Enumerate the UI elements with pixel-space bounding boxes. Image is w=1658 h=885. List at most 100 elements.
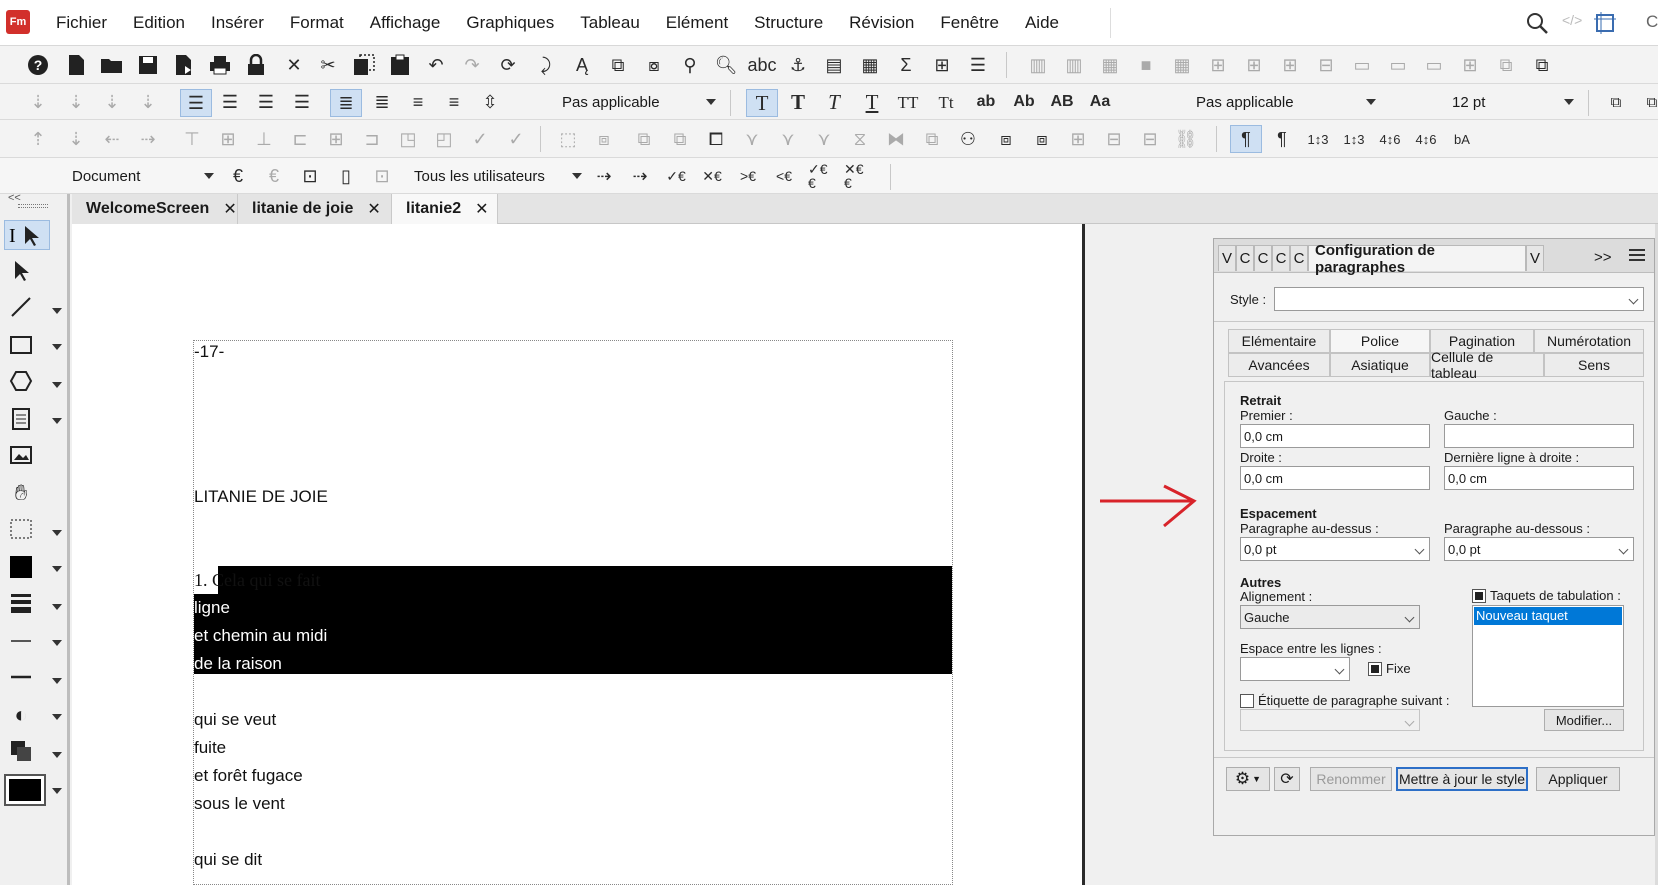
table-add-icon[interactable]: ⊞ <box>1206 53 1230 77</box>
numbered-list-icon[interactable]: ☰ <box>966 53 990 77</box>
menu-tableau[interactable]: Tableau <box>580 13 640 33</box>
stanza2-line2[interactable]: fuite <box>194 738 226 758</box>
subtab-asiatique[interactable]: Asiatique <box>1330 353 1430 377</box>
reject-all2-icon[interactable]: ✕€€ <box>844 162 868 190</box>
fit-frame-icon[interactable]: ⧈ <box>994 127 1018 151</box>
table-grid-icon[interactable]: ▦ <box>1170 53 1194 77</box>
chevron-down-icon[interactable] <box>52 344 62 350</box>
align-left-icon[interactable]: ☰ <box>180 89 212 117</box>
stanza3-line1[interactable]: qui se dit <box>194 850 262 870</box>
font-icon[interactable]: Ą <box>570 53 594 77</box>
accept-all-icon[interactable]: >€ <box>736 164 760 188</box>
lowercase-button[interactable]: ab <box>974 90 998 114</box>
panel-tab-c1[interactable]: C <box>1236 245 1254 271</box>
alignement-select[interactable]: Gauche <box>1240 605 1420 629</box>
insert-equation-icon[interactable]: ⊞ <box>930 53 954 77</box>
group-icon[interactable]: ⬚ <box>556 127 580 151</box>
subtab-police[interactable]: Police <box>1330 329 1430 353</box>
table-more-icon[interactable]: ⧉ <box>1530 53 1554 77</box>
move-down2-icon[interactable]: ⇣ <box>64 90 88 114</box>
table-move-icon[interactable]: ⧉ <box>1494 53 1518 77</box>
subscript-button[interactable]: Tt <box>934 90 958 114</box>
close-icon[interactable]: ✕ <box>223 199 236 219</box>
accept-next-icon[interactable]: ⇢ <box>628 164 652 188</box>
panel-tab-v2[interactable]: V <box>1526 245 1544 271</box>
ungroup-icon[interactable]: ⧈ <box>592 127 616 151</box>
accept-all2-icon[interactable]: ✓€€ <box>808 162 832 190</box>
sum-icon[interactable]: Σ <box>894 53 918 77</box>
copy-icon[interactable] <box>352 53 376 77</box>
stanza1-line3[interactable]: et chemin au midi <box>194 626 327 646</box>
table-merge-icon[interactable]: ⊞ <box>1278 53 1302 77</box>
check-icon[interactable]: ✓ <box>468 127 492 151</box>
overprint-icon[interactable] <box>6 736 36 766</box>
table-row-icon[interactable]: ▭ <box>1350 53 1374 77</box>
etiquette-select[interactable] <box>1240 709 1420 731</box>
numbering3-icon[interactable]: 4↕6 <box>1378 127 1402 151</box>
table-insert-row-icon[interactable]: ▥ <box>1026 53 1050 77</box>
plain-text-button[interactable]: T <box>746 89 778 117</box>
spell-check-icon[interactable]: abc <box>747 53 776 77</box>
line-style-icon[interactable] <box>6 626 36 656</box>
compare-icon[interactable]: ⊡ <box>370 164 394 188</box>
align-center-obj-icon[interactable]: ⊞ <box>324 127 348 151</box>
rectangle-tool-icon[interactable] <box>6 330 36 360</box>
arrow-up-icon[interactable]: ⇡ <box>26 127 50 151</box>
line-end-icon[interactable] <box>6 662 36 692</box>
menu-revision[interactable]: Révision <box>849 13 914 33</box>
taquet-list-item[interactable]: Nouveau taquet <box>1474 607 1622 625</box>
paragraph-tag-select[interactable]: Pas applicable <box>562 90 716 114</box>
rotate-obj-icon[interactable]: ◰ <box>432 127 456 151</box>
flip-horizontal-icon[interactable]: ⧓ <box>884 127 908 151</box>
save-icon[interactable] <box>136 53 160 77</box>
sync-icon[interactable]: C <box>1646 12 1658 32</box>
zoom-icon[interactable]: 🔍︎ <box>714 53 738 77</box>
table-add-col-icon[interactable]: ⊞ <box>1242 53 1266 77</box>
espace-lignes-select[interactable] <box>1240 657 1350 681</box>
frame-icon[interactable] <box>1592 10 1618 36</box>
numbering2-icon[interactable]: 1↕3 <box>1342 127 1366 151</box>
user-select[interactable]: Tous les utilisateurs <box>414 164 582 188</box>
reject-change-icon[interactable]: ✕€ <box>700 164 724 188</box>
align-top-icon[interactable]: ⊤ <box>180 127 204 151</box>
panel-tab-c4[interactable]: C <box>1290 245 1308 271</box>
move-down3-icon[interactable]: ⇣ <box>100 90 124 114</box>
frame-copy-icon[interactable]: ⊟ <box>1102 127 1126 151</box>
align-left-obj-icon[interactable]: ⊏ <box>288 127 312 151</box>
text-frame-icon[interactable]: ▤ <box>822 53 846 77</box>
bold-button[interactable]: T <box>786 90 810 114</box>
table-insert-col-icon[interactable]: ▥ <box>1062 53 1086 77</box>
delete-icon[interactable]: ✕ <box>282 53 306 77</box>
next-change-icon[interactable]: ⇢ <box>592 164 616 188</box>
small-caps-button[interactable]: Aa <box>1088 90 1112 114</box>
chevron-down-icon[interactable] <box>52 566 62 572</box>
subtab-numerotation[interactable]: Numérotation <box>1534 329 1644 353</box>
menu-affichage[interactable]: Affichage <box>370 13 441 33</box>
variable-icon[interactable]: ⧉ <box>606 53 630 77</box>
align-bottom-icon[interactable]: ⊥ <box>252 127 276 151</box>
menu-graphiques[interactable]: Graphiques <box>466 13 554 33</box>
menu-inserer[interactable]: Insérer <box>211 13 264 33</box>
distribute-icon[interactable]: ◳ <box>396 127 420 151</box>
tab-paragraph-designer[interactable]: Configuration de paragraphes <box>1308 242 1526 276</box>
more-icon[interactable]: ⧉ <box>1640 90 1658 114</box>
panel-menu-icon[interactable] <box>1628 248 1648 264</box>
numbering-icon[interactable]: 1↕3 <box>1306 127 1330 151</box>
derniere-ligne-input[interactable]: 0,0 cm <box>1444 466 1634 490</box>
panel-grip[interactable] <box>18 204 48 208</box>
etiquette-checkbox[interactable] <box>1240 694 1254 708</box>
move-down-icon[interactable]: ⇣ <box>26 90 50 114</box>
flip-icon[interactable]: ⋎ <box>812 127 836 151</box>
view-select[interactable]: Document <box>72 164 214 188</box>
xml-icon[interactable]: </> <box>1562 12 1586 34</box>
close-icon[interactable]: ✕ <box>367 199 380 219</box>
redo-icon[interactable]: ↷ <box>460 53 484 77</box>
close-icon[interactable]: ✕ <box>475 199 488 219</box>
chevron-down-icon[interactable] <box>52 640 62 646</box>
stanza1-line4[interactable]: de la raison <box>194 654 282 674</box>
superscript-button[interactable]: TT <box>896 90 920 114</box>
subtab-elementaire[interactable]: Elémentaire <box>1228 329 1330 353</box>
chevron-down-icon[interactable] <box>52 714 62 720</box>
print-icon[interactable] <box>208 53 232 77</box>
paragraph-rtl-icon[interactable]: ¶ <box>1270 127 1294 151</box>
